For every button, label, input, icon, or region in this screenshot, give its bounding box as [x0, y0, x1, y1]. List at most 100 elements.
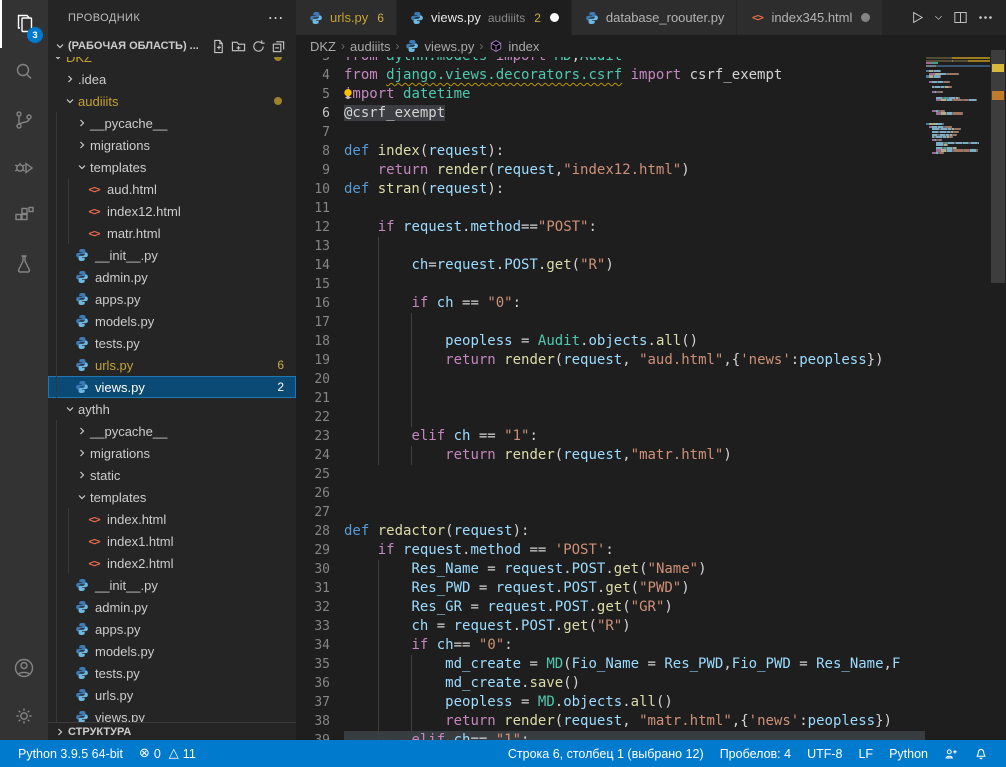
tree-item-tests-py[interactable]: tests.py [48, 662, 296, 684]
status-cursor-position[interactable]: Строка 6, столбец 1 (выбрано 12) [500, 740, 712, 767]
code-line-22[interactable]: 22 [296, 408, 925, 427]
run-dropdown-icon[interactable] [929, 0, 948, 35]
code-line-8[interactable]: 8def index(request): [296, 142, 925, 161]
tree-item--pycache-[interactable]: __pycache__ [48, 420, 296, 442]
code-line-9[interactable]: 9 return render(request,"index12.html") [296, 161, 925, 180]
code-line-38[interactable]: 38 return render(request, "matr.html",{'… [296, 712, 925, 731]
code-line-4[interactable]: 4from django.views.decorators.csrf impor… [296, 66, 925, 85]
code-line-36[interactable]: 36 md_create.save() [296, 674, 925, 693]
tree-item-tests-py[interactable]: tests.py [48, 332, 296, 354]
tree-item-migrations[interactable]: migrations [48, 442, 296, 464]
status-python-version[interactable]: Python 3.9.5 64-bit [10, 740, 131, 767]
code-line-21[interactable]: 21 [296, 389, 925, 408]
dirty-indicator-icon[interactable] [550, 13, 559, 22]
code-line-28[interactable]: 28def redactor(request): [296, 522, 925, 541]
code-line-33[interactable]: 33 ch = request.POST.get("R") [296, 617, 925, 636]
status-indentation[interactable]: Пробелов: 4 [712, 740, 799, 767]
tree-item-apps-py[interactable]: apps.py [48, 618, 296, 640]
activitybar-run-debug-icon[interactable] [0, 144, 48, 192]
workspace-section-header[interactable]: (РАБОЧАЯ ОБЛАСТЬ) ... [48, 35, 296, 57]
tree-item-index2-html[interactable]: <>index2.html [48, 552, 296, 574]
run-python-file-icon[interactable] [904, 0, 929, 35]
code-line-31[interactable]: 31 Res_PWD = request.POST.get("PWD") [296, 579, 925, 598]
tree-item-dkz[interactable]: DKZ [48, 57, 296, 68]
more-actions-icon[interactable] [973, 0, 998, 35]
code-line-37[interactable]: 37 peopless = MD.objects.all() [296, 693, 925, 712]
lightbulb-icon[interactable] [341, 87, 355, 101]
split-editor-icon[interactable] [948, 0, 973, 35]
code-line-10[interactable]: 10def stran(request): [296, 180, 925, 199]
code-line-14[interactable]: 14 ch=request.POST.get("R") [296, 256, 925, 275]
code-line-12[interactable]: 12 if request.method=="POST": [296, 218, 925, 237]
scrollbar-slider[interactable] [991, 50, 1005, 283]
code-line-27[interactable]: 27 [296, 503, 925, 522]
activitybar-settings-icon[interactable] [0, 692, 48, 740]
code-line-3[interactable]: 3from aythh.models import MD,Audit [296, 57, 925, 66]
tree-item-static[interactable]: static [48, 464, 296, 486]
code-line-20[interactable]: 20 [296, 370, 925, 389]
code-line-30[interactable]: 30 Res_Name = request.POST.get("Name") [296, 560, 925, 579]
tab-urls-py[interactable]: urls.py6 [296, 0, 397, 35]
status-encoding[interactable]: UTF-8 [799, 740, 850, 767]
tree-item-templates[interactable]: templates [48, 486, 296, 508]
code-line-26[interactable]: 26 [296, 484, 925, 503]
tree-item-apps-py[interactable]: apps.py [48, 288, 296, 310]
code-editor[interactable]: 3from aythh.models import MD,Audit4from … [296, 57, 925, 740]
code-line-6[interactable]: 6@csrf_exempt [296, 104, 925, 123]
code-line-24[interactable]: 24 return render(request,"matr.html") [296, 446, 925, 465]
breadcrumb-item-audiiits[interactable]: audiiits [350, 39, 390, 54]
status-problems[interactable]: ⊗0△11 [131, 740, 204, 767]
dirty-indicator-icon[interactable] [861, 13, 870, 22]
status-language-mode[interactable]: Python [881, 740, 936, 767]
code-line-32[interactable]: 32 Res_GR = request.POST.get("GR") [296, 598, 925, 617]
tab-index345-html[interactable]: <>index345.html [737, 0, 883, 35]
status-eol[interactable]: LF [850, 740, 881, 767]
code-line-34[interactable]: 34 if ch== "0": [296, 636, 925, 655]
code-line-18[interactable]: 18 peopless = Audit.objects.all() [296, 332, 925, 351]
breadcrumb-item-views-py[interactable]: views.py [404, 39, 474, 54]
new-file-icon[interactable] [208, 36, 228, 56]
new-folder-icon[interactable] [228, 36, 248, 56]
code-line-29[interactable]: 29 if request.method == 'POST': [296, 541, 925, 560]
activitybar-search-icon[interactable] [0, 48, 48, 96]
tree-item-index-html[interactable]: <>index.html [48, 508, 296, 530]
breadcrumb-item-dkz[interactable]: DKZ [310, 39, 336, 54]
tab-database-roouter-py[interactable]: database_roouter.py [572, 0, 738, 35]
code-line-17[interactable]: 17 [296, 313, 925, 332]
tree-item-audiiits[interactable]: audiiits [48, 90, 296, 112]
tree-item-admin-py[interactable]: admin.py [48, 596, 296, 618]
tree-item-models-py[interactable]: models.py [48, 310, 296, 332]
code-line-35[interactable]: 35 md_create = MD(Fio_Name = Res_PWD,Fio… [296, 655, 925, 674]
code-line-25[interactable]: 25 [296, 465, 925, 484]
tree-item--idea[interactable]: .idea [48, 68, 296, 90]
tree-item-urls-py[interactable]: urls.py [48, 684, 296, 706]
activitybar-extensions-icon[interactable] [0, 192, 48, 240]
tree-item-urls-py[interactable]: urls.py6 [48, 354, 296, 376]
activitybar-explorer-icon[interactable]: 3 [0, 0, 48, 48]
activitybar-account-icon[interactable] [0, 644, 48, 692]
activitybar-source-control-icon[interactable] [0, 96, 48, 144]
code-line-5[interactable]: 5import datetime [296, 85, 925, 104]
code-line-11[interactable]: 11 [296, 199, 925, 218]
code-line-23[interactable]: 23 elif ch == "1": [296, 427, 925, 446]
refresh-icon[interactable] [248, 36, 268, 56]
structure-section-header[interactable]: СТРУКТУРА [48, 722, 296, 740]
activitybar-testing-icon[interactable] [0, 240, 48, 288]
breadcrumb-item-index[interactable]: index [488, 39, 539, 54]
status-feedback[interactable] [936, 740, 966, 767]
code-line-13[interactable]: 13 [296, 237, 925, 256]
tree-item-models-py[interactable]: models.py [48, 640, 296, 662]
tree-item--pycache-[interactable]: __pycache__ [48, 112, 296, 134]
tree-item--init-py[interactable]: __init__.py [48, 574, 296, 596]
tree-item-matr-html[interactable]: <>matr.html [48, 222, 296, 244]
code-line-39[interactable]: 39 elif ch== "1": [296, 731, 925, 740]
tree-item--init-py[interactable]: __init__.py [48, 244, 296, 266]
status-notifications[interactable] [966, 740, 996, 767]
tree-item-admin-py[interactable]: admin.py [48, 266, 296, 288]
code-line-19[interactable]: 19 return render(request, "aud.html",{'n… [296, 351, 925, 370]
more-actions-icon[interactable]: ⋯ [268, 8, 284, 28]
tree-item-templates[interactable]: templates [48, 156, 296, 178]
code-line-15[interactable]: 15 [296, 275, 925, 294]
tree-item-views-py[interactable]: views.py2 [48, 376, 296, 398]
collapse-all-icon[interactable] [268, 36, 288, 56]
